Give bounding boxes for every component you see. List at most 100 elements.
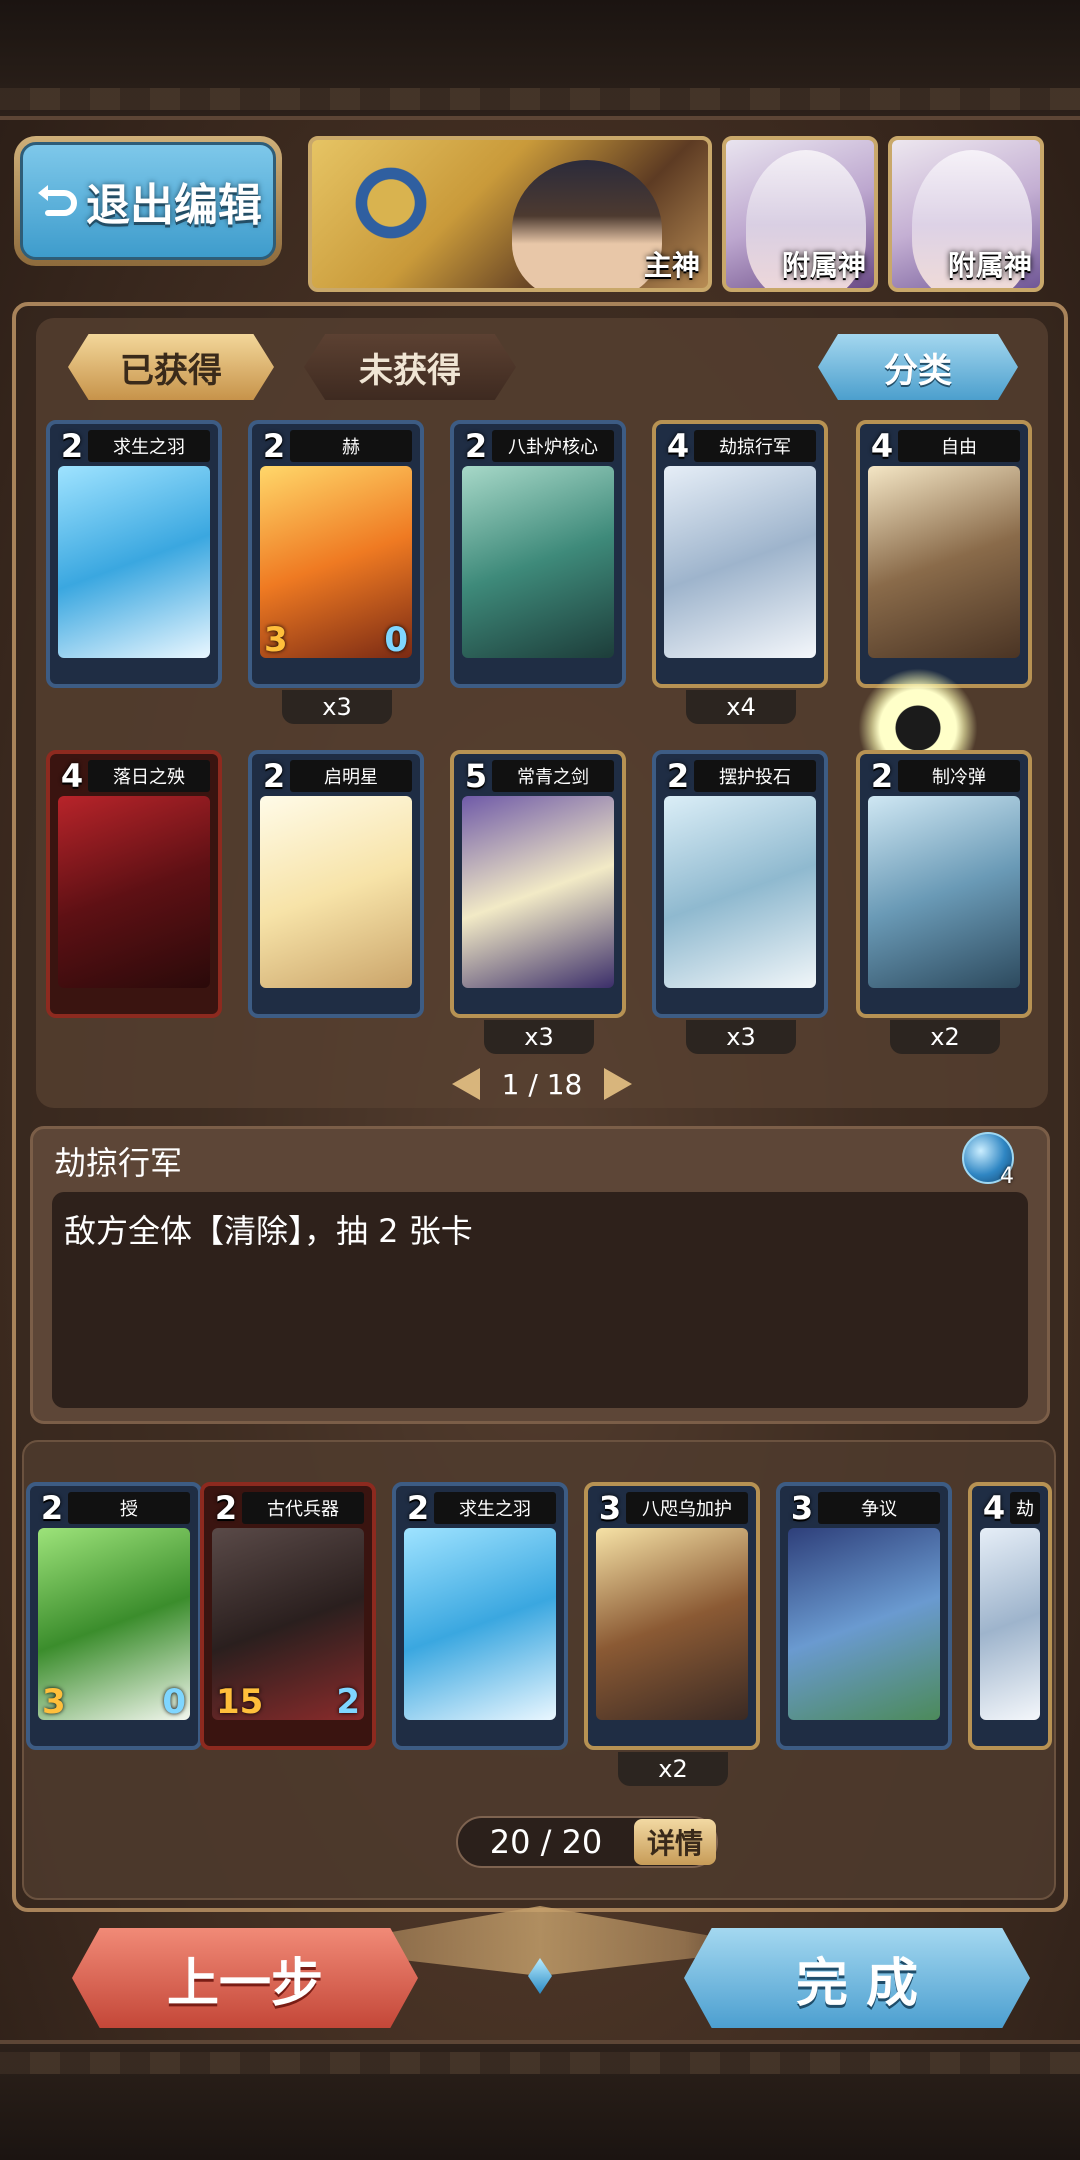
card-health: 2 <box>336 1682 360 1722</box>
card-name: 自由 <box>898 430 1020 462</box>
card-art <box>260 796 412 988</box>
tab-not-obtained[interactable]: 未获得 <box>304 334 516 400</box>
card-cost: 2 <box>262 427 286 465</box>
collection-card[interactable]: 自由 4 <box>856 420 1032 688</box>
card-cost: 2 <box>406 1489 430 1527</box>
card-detail-text-box: 敌方全体【清除】，抽 2 张卡 <box>52 1192 1028 1408</box>
sub-god-label-1: 附属神 <box>781 249 866 282</box>
card-health: 0 <box>384 620 408 660</box>
card-name: 八咫乌加护 <box>626 1492 748 1524</box>
collection-card[interactable]: 赫 2 3 0 <box>248 420 424 688</box>
card-cost: 4 <box>666 427 690 465</box>
mana-cost-value: 4 <box>1000 1164 1014 1189</box>
return-arrow-icon <box>38 185 77 216</box>
card-cost: 2 <box>870 757 894 795</box>
card-art <box>788 1528 940 1720</box>
card-art <box>462 466 614 658</box>
card-art <box>664 466 816 658</box>
card-art <box>868 796 1020 988</box>
sub-god-label-2: 附属神 <box>947 249 1032 282</box>
collection-pager: 1 / 18 <box>452 1064 632 1104</box>
card-name: 摆护投石 <box>694 760 816 792</box>
card-count-badge: x3 <box>484 1020 594 1054</box>
card-cost: 2 <box>262 757 286 795</box>
card-art <box>664 796 816 988</box>
card-name: 赫 <box>290 430 412 462</box>
sort-button[interactable]: 分类 <box>818 334 1018 400</box>
tab-obtained[interactable]: 已获得 <box>68 334 274 400</box>
card-count-badge: x2 <box>890 1020 1000 1054</box>
top-decor-bar <box>0 0 1080 120</box>
card-health: 0 <box>162 1682 186 1722</box>
deck-card[interactable]: 八咫乌加护 3 <box>584 1482 760 1750</box>
card-name: 劫 <box>1010 1492 1040 1524</box>
collection-card[interactable]: 常青之剑 5 <box>450 750 626 1018</box>
card-name: 制冷弹 <box>898 760 1020 792</box>
page-indicator: 1 / 18 <box>501 1067 583 1101</box>
card-name: 劫掠行军 <box>694 430 816 462</box>
card-count-badge: x3 <box>282 690 392 724</box>
collection-card[interactable]: 摆护投石 2 <box>652 750 828 1018</box>
collection-card[interactable]: 求生之羽 2 <box>46 420 222 688</box>
card-art <box>980 1528 1040 1720</box>
card-cost: 5 <box>464 757 488 795</box>
card-name: 落日之殃 <box>88 760 210 792</box>
card-attack: 15 <box>216 1682 264 1722</box>
prev-page-arrow-icon[interactable] <box>452 1068 480 1100</box>
card-cost: 2 <box>666 757 690 795</box>
card-cost: 4 <box>60 757 84 795</box>
card-cost: 3 <box>790 1489 814 1527</box>
card-count-badge: x2 <box>618 1752 728 1786</box>
main-god-label: 主神 <box>643 249 700 282</box>
card-name: 常青之剑 <box>492 760 614 792</box>
collection-card[interactable]: 劫掠行军 4 <box>652 420 828 688</box>
main-god-slot[interactable]: 主神 <box>308 136 712 292</box>
deck-count: 20 / 20 <box>489 1823 603 1861</box>
god-portrait <box>512 160 662 288</box>
deck-card[interactable]: 授 2 3 0 <box>26 1482 202 1750</box>
deck-editor-screen: 退出编辑 主神 附属神 附属神 已获得 未获得 分类 求生之羽 2 赫 2 3 … <box>0 0 1080 2160</box>
collection-card[interactable]: 八卦炉核心 2 <box>450 420 626 688</box>
card-name: 启明星 <box>290 760 412 792</box>
card-cost: 2 <box>214 1489 238 1527</box>
deck-card[interactable]: 争议 3 <box>776 1482 952 1750</box>
sub-god-slot-1[interactable]: 附属神 <box>722 136 878 292</box>
exit-edit-button[interactable]: 退出编辑 <box>14 136 282 266</box>
previous-step-button[interactable]: 上一步 <box>72 1928 418 2028</box>
collection-card[interactable]: 启明星 2 <box>248 750 424 1018</box>
card-count-badge: x4 <box>686 690 796 724</box>
card-art <box>462 796 614 988</box>
bottom-decor-bar <box>0 2040 1080 2160</box>
next-page-arrow-icon[interactable] <box>604 1068 632 1100</box>
card-cost: 2 <box>464 427 488 465</box>
card-attack: 3 <box>42 1682 66 1722</box>
card-art <box>596 1528 748 1720</box>
card-detail-text: 敌方全体【清除】，抽 2 张卡 <box>64 1212 473 1250</box>
card-cost: 2 <box>60 427 84 465</box>
done-button[interactable]: 完 成 <box>684 1928 1030 2028</box>
card-name: 求生之羽 <box>434 1492 556 1524</box>
card-art <box>58 796 210 988</box>
card-detail-title: 劫掠行军 <box>54 1144 183 1182</box>
card-name: 争议 <box>818 1492 940 1524</box>
deck-card[interactable]: 求生之羽 2 <box>392 1482 568 1750</box>
card-name: 求生之羽 <box>88 430 210 462</box>
card-name: 授 <box>68 1492 190 1524</box>
sub-god-slot-2[interactable]: 附属神 <box>888 136 1044 292</box>
sun-emblem <box>336 148 446 258</box>
collection-card[interactable]: 落日之殃 4 <box>46 750 222 1018</box>
card-cost: 2 <box>40 1489 64 1527</box>
collection-card[interactable]: 制冷弹 2 <box>856 750 1032 1018</box>
card-art <box>868 466 1020 658</box>
card-cost: 3 <box>598 1489 622 1527</box>
deck-card[interactable]: 古代兵器 2 15 2 <box>200 1482 376 1750</box>
deck-detail-button[interactable]: 详情 <box>634 1819 716 1865</box>
deck-card[interactable]: 劫 4 <box>968 1482 1052 1750</box>
exit-edit-label: 退出编辑 <box>86 180 262 231</box>
card-cost: 4 <box>982 1489 1006 1527</box>
card-count-badge: x3 <box>686 1020 796 1054</box>
card-art <box>58 466 210 658</box>
card-attack: 3 <box>264 620 288 660</box>
card-art <box>404 1528 556 1720</box>
card-cost: 4 <box>870 427 894 465</box>
